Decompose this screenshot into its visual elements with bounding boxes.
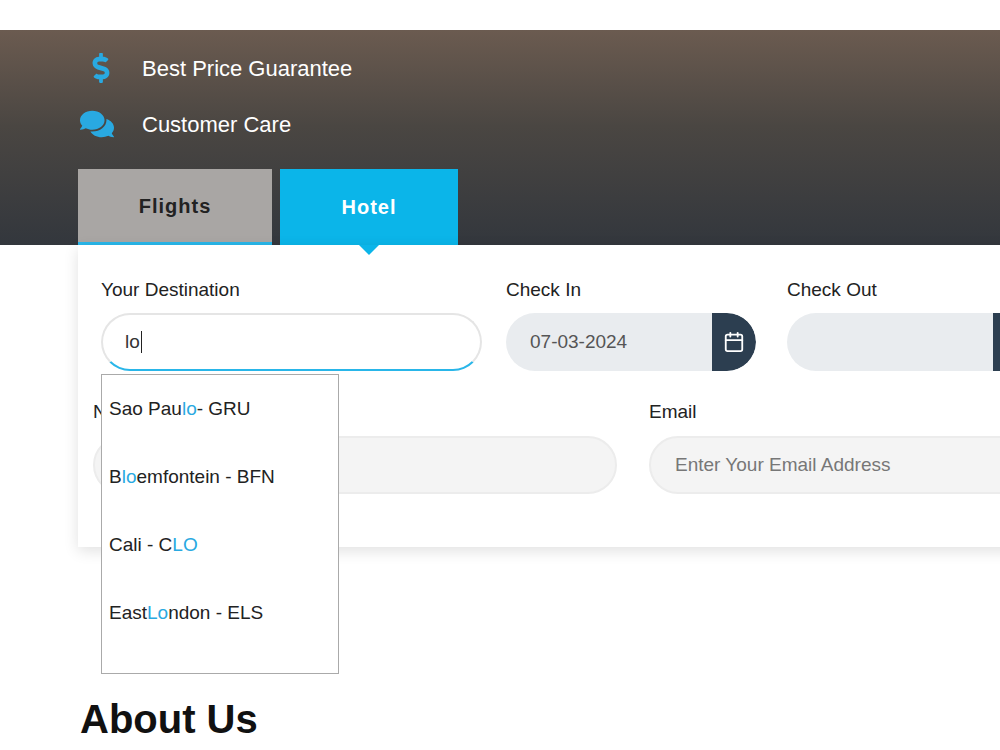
form-row: Your DestinationloCheck In07-03-2024Chec…: [101, 279, 1000, 371]
text-cursor: [141, 331, 142, 353]
match-highlight: lo: [122, 463, 137, 492]
match-highlight: LO: [172, 531, 197, 560]
feature-label: Best Price Guarantee: [142, 52, 352, 85]
tab-bar: FlightsHotel: [0, 169, 1000, 245]
calendar-button[interactable]: [712, 313, 756, 371]
destination-input[interactable]: lo: [101, 313, 482, 371]
check-out-input[interactable]: [787, 313, 1000, 371]
check-out-value: [787, 313, 993, 371]
feature-item: Customer Care: [80, 106, 1000, 142]
page: Best Price Guarantee Customer Care Flights…: [0, 0, 1000, 750]
search-tab[interactable]: Flights: [78, 169, 272, 245]
email-label: Email: [649, 401, 1000, 423]
feature-list: Best Price Guarantee Customer Care: [0, 30, 1000, 142]
autocomplete-menu: Sao Paulo - GRUBloemfontein - BFNCali - …: [101, 374, 339, 674]
destination-label: Your Destination: [101, 279, 482, 301]
tab-pointer: [359, 245, 379, 255]
destination-field: Your Destination lo: [101, 279, 482, 371]
autocomplete-item[interactable]: Bloemfontein - BFN: [102, 443, 338, 511]
destination-value: lo: [125, 328, 140, 357]
email-field: Email Enter Your Email Address: [649, 401, 1000, 494]
feature-label: Customer Care: [142, 108, 291, 141]
dollar-icon: [86, 53, 116, 83]
search-tab[interactable]: Hotel: [280, 169, 458, 245]
search-panel: Your DestinationloCheck In07-03-2024Chec…: [78, 245, 1000, 547]
top-strip: [0, 0, 1000, 30]
calendar-button[interactable]: [993, 313, 1000, 371]
feature-item: Best Price Guarantee: [80, 50, 1000, 86]
email-input[interactable]: Enter Your Email Address: [649, 436, 1000, 494]
about-heading: About Us: [80, 695, 1000, 743]
autocomplete-item[interactable]: East London - ELS: [102, 579, 338, 647]
check-out-label: Check Out: [787, 279, 1000, 301]
autocomplete-item[interactable]: Sao Paulo - GRU: [102, 375, 338, 443]
match-highlight: lo: [182, 395, 197, 424]
check-in-label: Check In: [506, 279, 756, 301]
autocomplete-item[interactable]: Cali - CLO: [102, 511, 338, 579]
check-in-value: 07-03-2024: [506, 313, 712, 371]
feature-icon-box: [80, 107, 142, 141]
check-out-field: Check Out: [787, 279, 1000, 371]
hero: Best Price Guarantee Customer Care Flights…: [0, 30, 1000, 245]
feature-icon-box: [80, 53, 142, 83]
calendar-icon: [723, 331, 745, 353]
check-in-field: Check In 07-03-2024: [506, 279, 756, 371]
match-highlight: Lo: [147, 599, 168, 628]
chat-icon: [80, 107, 114, 141]
check-in-input[interactable]: 07-03-2024: [506, 313, 756, 371]
